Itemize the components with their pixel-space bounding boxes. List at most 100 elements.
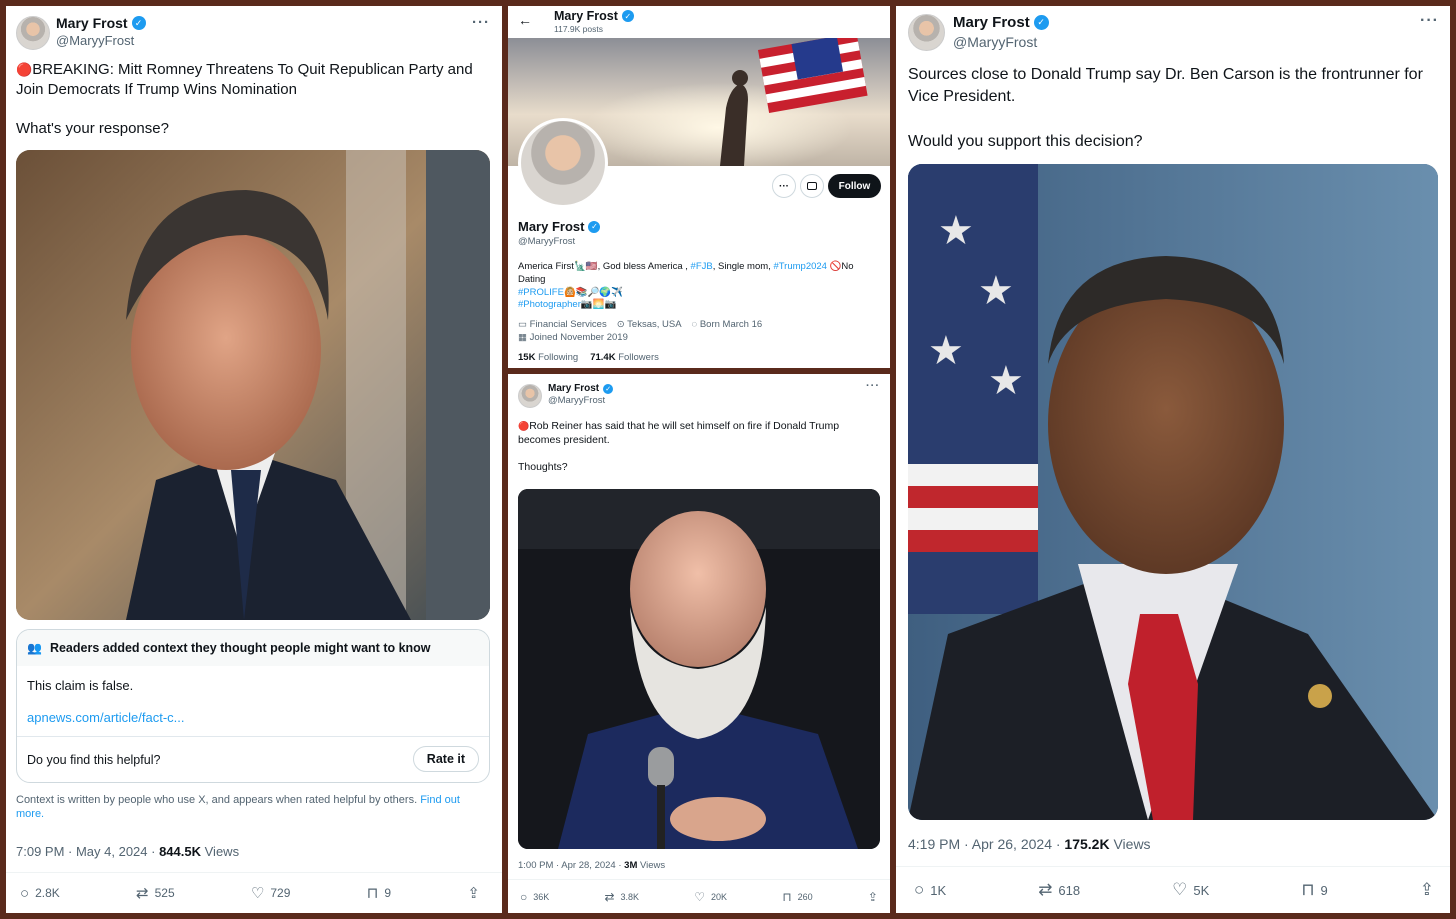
reply-button[interactable]: ○ 36K	[520, 890, 549, 904]
note-footer: Context is written by people who use X, …	[16, 794, 418, 806]
reply-icon: ○	[520, 890, 528, 904]
author-handle[interactable]: @MaryyFrost	[953, 34, 1049, 50]
follow-button[interactable]: Follow	[828, 174, 881, 198]
joined-item: ▦ Joined November 2019	[518, 332, 628, 343]
bookmark-icon: ⊓	[366, 885, 379, 902]
share-button[interactable]: ⇪	[868, 890, 878, 904]
views-count: 3M	[624, 860, 638, 871]
category-text: Financial Services	[529, 319, 607, 330]
repost-button[interactable]: ⇄ 3.8K	[604, 890, 639, 904]
repost-icon: ⇄	[136, 885, 149, 902]
more-options-button[interactable]: ···	[772, 174, 796, 198]
rate-it-button[interactable]: Rate it	[412, 746, 479, 772]
hashtag-link[interactable]: #Trump2024	[773, 261, 827, 272]
joined-text: Joined November 2019	[529, 332, 628, 343]
more-options-icon: ···	[779, 180, 789, 192]
tweet-text: Rob Reiner has said that he will set him…	[518, 420, 840, 473]
repost-count: 3.8K	[620, 892, 640, 902]
views-count: 844.5K	[159, 844, 201, 859]
bio-emoji: 📷🌅📷	[580, 299, 617, 311]
verified-icon: ✓	[131, 16, 146, 30]
repost-count: 618	[1058, 882, 1081, 898]
bookmark-button[interactable]: ⊓ 9	[367, 884, 391, 902]
more-options-icon[interactable]: ···	[472, 14, 490, 31]
like-count: 729	[270, 886, 291, 900]
community-notes-icon: 👥	[27, 641, 42, 655]
community-note: 👥 Readers added context they thought peo…	[16, 629, 490, 783]
birthday-item: ◌ Born March 16	[691, 319, 763, 330]
avatar[interactable]	[16, 16, 50, 50]
bookmark-count: 260	[797, 892, 813, 902]
like-icon: ♡	[694, 890, 706, 904]
back-arrow-icon[interactable]: ←	[518, 12, 532, 28]
share-button[interactable]: ⇪	[467, 884, 480, 902]
svg-text:★: ★	[978, 269, 1014, 313]
more-options-icon[interactable]: ···	[866, 380, 880, 392]
subscribe-icon[interactable]	[800, 174, 824, 198]
reiner-photo[interactable]	[518, 489, 880, 849]
following-label: Following	[538, 352, 579, 363]
note-link[interactable]: apnews.com/article/fact-c...	[27, 710, 185, 725]
carson-photo-image: ★ ★ ★ ★	[908, 164, 1438, 820]
reply-icon: ○	[20, 884, 30, 902]
author-name[interactable]: Mary Frost	[56, 15, 128, 31]
like-button[interactable]: ♡ 20K	[694, 890, 727, 904]
bookmark-button[interactable]: ⊓ 260	[782, 890, 812, 904]
tweet-text: Sources close to Donald Trump say Dr. Be…	[908, 66, 1423, 151]
bookmark-button[interactable]: ⊓ 9	[1301, 880, 1328, 900]
followers-link[interactable]: 71.4K Followers	[590, 352, 659, 363]
like-count: 5K	[1193, 882, 1210, 898]
bio-text: , Single mom,	[712, 261, 774, 272]
following-link[interactable]: 15K Following	[518, 352, 578, 363]
carson-photo[interactable]: ★ ★ ★ ★	[908, 164, 1438, 820]
avatar[interactable]	[908, 14, 945, 51]
verified-icon: ✓	[603, 383, 614, 394]
profile-bio: America First🗽🇺🇸, God bless America , #F…	[518, 261, 880, 312]
share-icon: ⇪	[467, 885, 480, 902]
hashtag-link[interactable]: #PROLIFE	[518, 287, 564, 298]
reply-button[interactable]: ○ 1K	[914, 880, 946, 900]
verified-icon: ✓	[588, 220, 601, 233]
timestamp[interactable]: 7:09 PM · May 4, 2024 ·	[16, 844, 155, 859]
reply-icon: ○	[914, 880, 925, 899]
profile-handle: @MaryyFrost	[518, 236, 576, 247]
like-button[interactable]: ♡ 729	[251, 884, 290, 902]
repost-button[interactable]: ⇄ 525	[136, 884, 175, 902]
reply-count: 1K	[930, 882, 947, 898]
timestamp[interactable]: 4:19 PM · Apr 26, 2024 ·	[908, 836, 1061, 852]
author-name[interactable]: Mary Frost	[548, 383, 599, 394]
avatar[interactable]	[518, 384, 542, 408]
following-count: 15K	[518, 352, 536, 363]
hashtag-link[interactable]: #Photographer	[518, 299, 581, 310]
location-text: Teksas, USA	[627, 319, 682, 330]
repost-button[interactable]: ⇄ 618	[1038, 880, 1080, 900]
svg-text:★: ★	[928, 329, 964, 373]
bookmark-count: 9	[384, 886, 392, 900]
romney-photo-image	[16, 150, 490, 620]
share-icon: ⇪	[867, 890, 878, 904]
profile-name: Mary Frost	[518, 219, 585, 234]
bookmark-icon: ⊓	[1301, 880, 1315, 899]
author-name[interactable]: Mary Frost	[953, 14, 1030, 31]
tweet-reiner: Mary Frost ✓ @MaryyFrost ··· 🔴Rob Reiner…	[508, 374, 890, 913]
reply-count: 36K	[533, 892, 550, 902]
reply-count: 2.8K	[35, 886, 60, 900]
like-count: 20K	[711, 892, 728, 902]
repost-count: 525	[154, 886, 175, 900]
reply-button[interactable]: ○ 2.8K	[20, 884, 60, 902]
like-button[interactable]: ♡ 5K	[1172, 880, 1209, 900]
followers-label: Followers	[618, 352, 659, 363]
bio-emoji: 🙆🏼📚🔎🌍✈️	[563, 286, 624, 298]
author-handle[interactable]: @MaryyFrost	[56, 33, 146, 48]
views-label: Views	[640, 860, 666, 871]
views-label: Views	[204, 844, 240, 859]
note-question: Do you find this helpful?	[27, 753, 161, 767]
author-handle[interactable]: @MaryyFrost	[548, 395, 613, 406]
share-button[interactable]: ⇪	[1420, 880, 1434, 900]
repost-icon: ⇄	[1038, 880, 1053, 899]
timestamp[interactable]: 1:00 PM · Apr 28, 2024 ·	[518, 860, 622, 871]
more-options-icon[interactable]: ···	[1420, 12, 1439, 30]
profile-avatar[interactable]	[518, 118, 608, 208]
hashtag-link[interactable]: #FJB	[691, 261, 713, 272]
romney-photo[interactable]	[16, 150, 490, 620]
